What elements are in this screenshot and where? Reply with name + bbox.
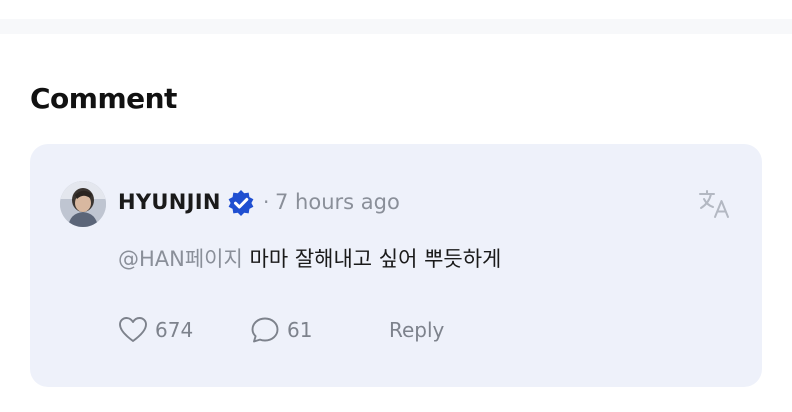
- speech-bubble-icon: [251, 317, 279, 343]
- comment-body: @HAN페이지 마마 잘해내고 싶어 뿌듯하게: [118, 243, 501, 273]
- separator-dot: ·: [263, 190, 270, 214]
- comment-button[interactable]: 61: [250, 314, 312, 346]
- heart-icon: [119, 317, 147, 342]
- author-name[interactable]: HYUNJIN: [118, 190, 221, 214]
- like-count: 674: [155, 318, 194, 342]
- top-band-inner: [0, 0, 792, 19]
- reply-label: Reply: [389, 318, 445, 342]
- verified-badge-icon: [228, 190, 254, 216]
- section-title: Comment: [30, 82, 177, 115]
- timestamp: 7 hours ago: [275, 190, 400, 214]
- avatar[interactable]: [60, 181, 106, 227]
- comment-count: 61: [287, 318, 313, 342]
- mention-link[interactable]: @HAN페이지: [118, 247, 243, 271]
- avatar-image: [60, 181, 106, 227]
- comment-card: HYUNJIN · 7 hours ago @HAN페이지 마마 잘해내고 싶어…: [30, 144, 762, 387]
- like-button[interactable]: 674: [118, 314, 193, 346]
- translate-icon[interactable]: [698, 188, 732, 220]
- reply-button[interactable]: Reply: [389, 314, 444, 346]
- comment-text: 마마 잘해내고 싶어 뿌듯하게: [249, 247, 502, 271]
- top-band: [0, 0, 792, 34]
